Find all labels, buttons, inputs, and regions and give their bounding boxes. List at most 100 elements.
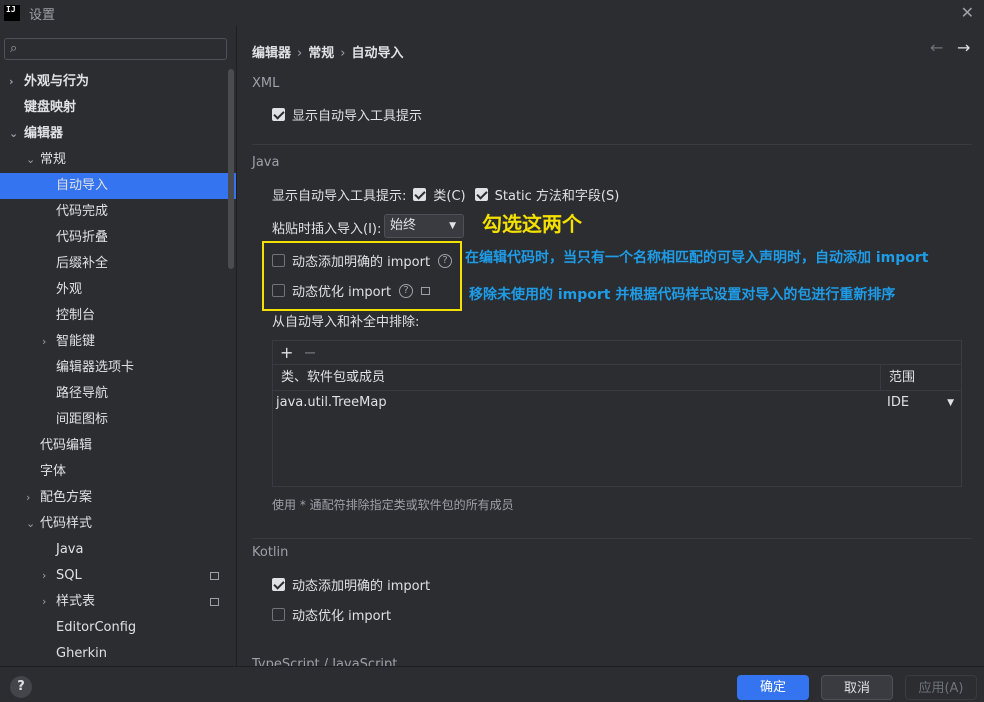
chevron-down-icon[interactable]: ▼ — [947, 391, 954, 415]
close-icon[interactable]: ✕ — [961, 3, 974, 22]
sidebar-item[interactable]: › 样式表 — [0, 589, 236, 615]
sidebar-item[interactable]: 编辑器选项卡 — [0, 355, 236, 381]
java-add-unambiguous-checkbox[interactable] — [272, 254, 285, 267]
sidebar-item-label: 代码折叠 — [56, 230, 109, 245]
java-add-unambiguous-row[interactable]: 动态添加明确的 import ? — [272, 251, 453, 270]
settings-search-input[interactable]: ⌕ — [4, 38, 227, 60]
sidebar-item[interactable]: › 外观与行为 — [0, 69, 236, 95]
kotlin-optimize-checkbox[interactable] — [272, 608, 285, 621]
project-scope-icon — [421, 286, 431, 295]
sidebar-item[interactable]: 控制台 — [0, 303, 236, 329]
sidebar-item-label: 代码编辑 — [40, 438, 93, 453]
sidebar-item-label: 后缀补全 — [56, 256, 109, 271]
sidebar-item[interactable]: › 智能键 — [0, 329, 236, 355]
sidebar-item[interactable]: 路径导航 — [0, 381, 236, 407]
kotlin-add-unambiguous-row[interactable]: 动态添加明确的 import — [272, 575, 430, 594]
breadcrumb-general[interactable]: 常规 — [308, 46, 334, 61]
section-divider — [252, 538, 972, 539]
forward-arrow-icon[interactable]: → — [957, 38, 970, 57]
typescript-section-title: TypeScript / JavaScript — [252, 657, 398, 666]
sidebar-item[interactable]: 间距图标 — [0, 407, 236, 433]
sidebar-item[interactable]: ⌄ 常规 — [0, 147, 236, 173]
sidebar-item[interactable]: 代码完成 — [0, 199, 236, 225]
sidebar-item-label: 自动导入 — [56, 178, 109, 193]
sidebar-item[interactable]: 代码编辑 — [0, 433, 236, 459]
sidebar-item-label: 字体 — [40, 464, 67, 479]
sidebar-item[interactable]: Java — [0, 537, 236, 563]
kotlin-add-unambiguous-checkbox[interactable] — [272, 578, 285, 591]
kotlin-optimize-row[interactable]: 动态优化 import — [272, 605, 391, 624]
sidebar-item-label: 控制台 — [56, 308, 96, 323]
cancel-button[interactable]: 取消 — [821, 675, 893, 700]
sidebar-item-label: 样式表 — [56, 594, 96, 609]
sidebar-item-label: 代码样式 — [40, 516, 93, 531]
project-scope-icon — [210, 598, 219, 606]
sidebar-item[interactable]: Gherkin — [0, 641, 236, 666]
annotation-note-add: 在编辑代码时，当只有一个名称相匹配的可导入声明时，自动添加 import — [465, 250, 929, 266]
chevron-down-icon[interactable]: ⌄ — [9, 121, 18, 147]
java-optimize-row[interactable]: 动态优化 import ? — [272, 281, 431, 300]
sidebar-item[interactable]: › SQL — [0, 563, 236, 589]
chevron-right-icon[interactable]: › — [42, 329, 46, 355]
column-header-name[interactable]: 类、软件包或成员 — [273, 365, 881, 390]
chevron-right-icon[interactable]: › — [26, 485, 30, 511]
intellij-logo-icon: IJ — [4, 5, 20, 21]
paste-insert-import-dropdown[interactable]: 始终 ▼ — [384, 214, 464, 238]
help-question-icon[interactable]: ? — [399, 283, 414, 298]
add-icon[interactable]: + — [280, 343, 293, 362]
java-tooltip-class-label: 类(C) — [433, 189, 466, 204]
sidebar-item-label: 编辑器 — [24, 126, 64, 141]
chevron-down-icon[interactable]: ⌄ — [26, 511, 35, 537]
chevron-right-icon[interactable]: › — [42, 589, 46, 615]
table-cell-scope[interactable]: IDE ▼ — [881, 391, 961, 415]
java-tooltip-class-checkbox[interactable] — [413, 188, 427, 201]
sidebar-item[interactable]: 键盘映射 — [0, 95, 236, 121]
java-paste-label: 粘贴时插入导入(I): — [272, 222, 382, 237]
sidebar-item[interactable]: ⌄ 编辑器 — [0, 121, 236, 147]
chevron-down-icon: ▼ — [449, 221, 456, 231]
project-scope-icon — [210, 572, 219, 580]
table-row[interactable]: java.util.TreeMap IDE ▼ — [273, 391, 961, 415]
ok-button[interactable]: 确定 — [737, 675, 809, 700]
sidebar-item[interactable]: › 配色方案 — [0, 485, 236, 511]
xml-show-tooltip-checkbox[interactable] — [272, 108, 285, 121]
chevron-right-icon[interactable]: › — [42, 563, 46, 589]
java-optimize-label: 动态优化 import — [292, 285, 392, 300]
column-header-scope[interactable]: 范围 — [881, 365, 961, 390]
java-optimize-checkbox[interactable] — [272, 284, 285, 297]
xml-section-title: XML — [252, 76, 280, 91]
table-toolbar: + − — [273, 341, 961, 365]
paste-insert-value: 始终 — [390, 218, 417, 233]
sidebar-item-label: 键盘映射 — [24, 100, 77, 115]
kotlin-add-unambiguous-label: 动态添加明确的 import — [292, 579, 431, 594]
chevron-right-icon[interactable]: › — [9, 69, 14, 95]
search-icon: ⌕ — [10, 41, 18, 56]
breadcrumb-editor[interactable]: 编辑器 — [252, 46, 291, 61]
sidebar-item-label: 常规 — [40, 152, 67, 167]
sidebar-item[interactable]: 字体 — [0, 459, 236, 485]
exclude-label: 从自动导入和补全中排除: — [272, 315, 420, 330]
sidebar-item[interactable]: EditorConfig — [0, 615, 236, 641]
table-cell-name[interactable]: java.util.TreeMap — [273, 391, 881, 415]
settings-content: 编辑器 › 常规 › 自动导入 ← → XML 显示自动导入工具提示 Java 显示自动… — [237, 26, 984, 666]
sidebar-item[interactable]: 后缀补全 — [0, 251, 236, 277]
java-tooltip-static-checkbox[interactable] — [474, 188, 488, 201]
sidebar-item[interactable]: 代码折叠 — [0, 225, 236, 251]
help-question-icon[interactable]: ? — [438, 253, 453, 268]
sidebar-scrollbar[interactable] — [228, 69, 234, 269]
sidebar-item-label: Gherkin — [56, 646, 108, 661]
sidebar-item[interactable]: 自动导入 — [0, 173, 236, 199]
xml-show-tooltip-row[interactable]: 显示自动导入工具提示 — [272, 105, 422, 124]
kotlin-section-title: Kotlin — [252, 545, 289, 560]
sidebar-item[interactable]: 外观 — [0, 277, 236, 303]
annotation-note-optimize: 移除未使用的 import 并根据代码样式设置对导入的包进行重新排序 — [469, 287, 896, 303]
help-button[interactable]: ? — [10, 676, 32, 698]
chevron-down-icon[interactable]: ⌄ — [26, 147, 35, 173]
sidebar-item-label: 外观与行为 — [24, 74, 90, 89]
kotlin-optimize-label: 动态优化 import — [292, 609, 392, 624]
remove-icon: − — [303, 343, 317, 362]
back-arrow-icon[interactable]: ← — [930, 38, 943, 57]
java-tooltip-static-label: Static 方法和字段(S) — [494, 189, 620, 204]
sidebar-item[interactable]: ⌄ 代码样式 — [0, 511, 236, 537]
window-title: 设置 — [29, 7, 56, 23]
